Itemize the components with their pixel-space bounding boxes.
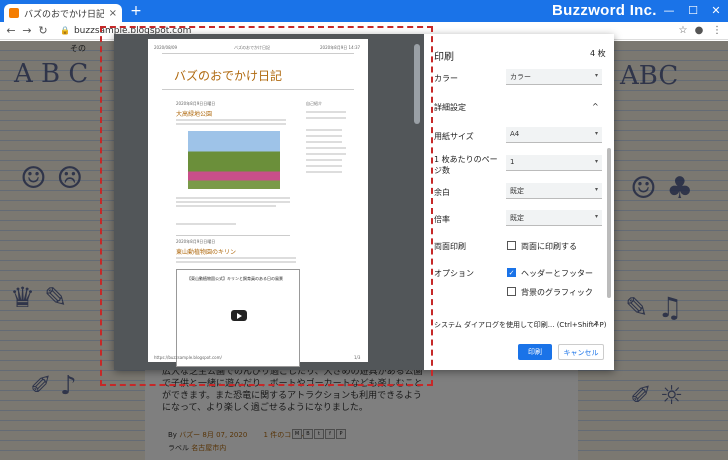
- color-label: カラー: [434, 74, 458, 83]
- browser-menu-icon[interactable]: ⋮: [710, 22, 724, 40]
- pages-per-sheet-label: 1 枚あたりのページ数: [434, 155, 498, 175]
- cancel-button[interactable]: キャンセル: [558, 344, 604, 360]
- minimize-button[interactable]: —: [658, 0, 680, 22]
- chevron-down-icon: ▾: [594, 130, 598, 137]
- chevron-down-icon: ▾: [594, 186, 598, 193]
- background-graphics-checkbox[interactable]: [507, 287, 516, 296]
- duplex-option-label: 両面に印刷する: [521, 242, 577, 251]
- lock-icon: 🔒: [60, 26, 70, 35]
- paper-size-label: 用紙サイズ: [434, 132, 474, 141]
- color-value: カラー: [510, 73, 531, 81]
- back-button[interactable]: ←: [4, 22, 18, 40]
- scale-label: 倍率: [434, 215, 450, 224]
- paper-size-select[interactable]: A4 ▾: [506, 127, 602, 143]
- duplex-checkbox[interactable]: [507, 241, 516, 250]
- scale-select[interactable]: 既定 ▾: [506, 210, 602, 226]
- sheet-count: 4 枚: [590, 49, 606, 58]
- print-button[interactable]: 印刷: [518, 344, 552, 360]
- pages-per-sheet-value: 1: [510, 158, 515, 166]
- options-label: オプション: [434, 269, 474, 278]
- reload-button[interactable]: ↻: [36, 22, 50, 40]
- pages-per-sheet-select[interactable]: 1 ▾: [506, 155, 602, 171]
- browser-tab[interactable]: バズのおでかけ日記 ×: [4, 4, 122, 22]
- bookmark-star-icon[interactable]: ☆: [676, 22, 690, 40]
- background-graphics-label: 背景のグラフィック: [521, 288, 593, 297]
- external-link-icon[interactable]: ↗: [592, 319, 599, 328]
- highlight-box: [100, 26, 433, 386]
- blogger-favicon-icon: [9, 8, 19, 18]
- system-dialog-link[interactable]: システム ダイアログを使用して印刷... (Ctrl+Shift+P): [434, 320, 606, 330]
- forward-button[interactable]: →: [20, 22, 34, 40]
- details-label[interactable]: 詳細設定: [434, 102, 466, 113]
- collapse-icon[interactable]: ^: [592, 102, 599, 111]
- headers-option-label: ヘッダーとフッター: [521, 269, 593, 278]
- tab-title: バズのおでかけ日記: [24, 9, 104, 20]
- new-tab-button[interactable]: +: [128, 3, 144, 19]
- brand-watermark: Buzzword Inc.: [552, 2, 657, 19]
- close-window-button[interactable]: ✕: [705, 0, 727, 22]
- color-select[interactable]: カラー ▾: [506, 69, 602, 85]
- headers-checkbox[interactable]: ✓: [507, 268, 516, 277]
- browser-title-bar: バズのおでかけ日記 × + Buzzword Inc. — ☐ ✕: [0, 0, 728, 22]
- margins-value: 既定: [510, 187, 524, 195]
- paper-size-value: A4: [510, 130, 520, 138]
- margins-label: 余白: [434, 188, 450, 197]
- maximize-button[interactable]: ☐: [682, 0, 704, 22]
- margins-select[interactable]: 既定 ▾: [506, 183, 602, 199]
- duplex-label: 両面印刷: [434, 242, 466, 251]
- chevron-down-icon: ▾: [594, 72, 598, 79]
- scale-value: 既定: [510, 214, 524, 222]
- chevron-down-icon: ▾: [594, 158, 598, 165]
- settings-scrollbar[interactable]: [607, 148, 611, 298]
- print-title: 印刷: [434, 52, 454, 63]
- profile-icon[interactable]: ●: [692, 22, 706, 40]
- chevron-down-icon: ▾: [594, 213, 598, 220]
- tab-close-icon[interactable]: ×: [109, 8, 117, 19]
